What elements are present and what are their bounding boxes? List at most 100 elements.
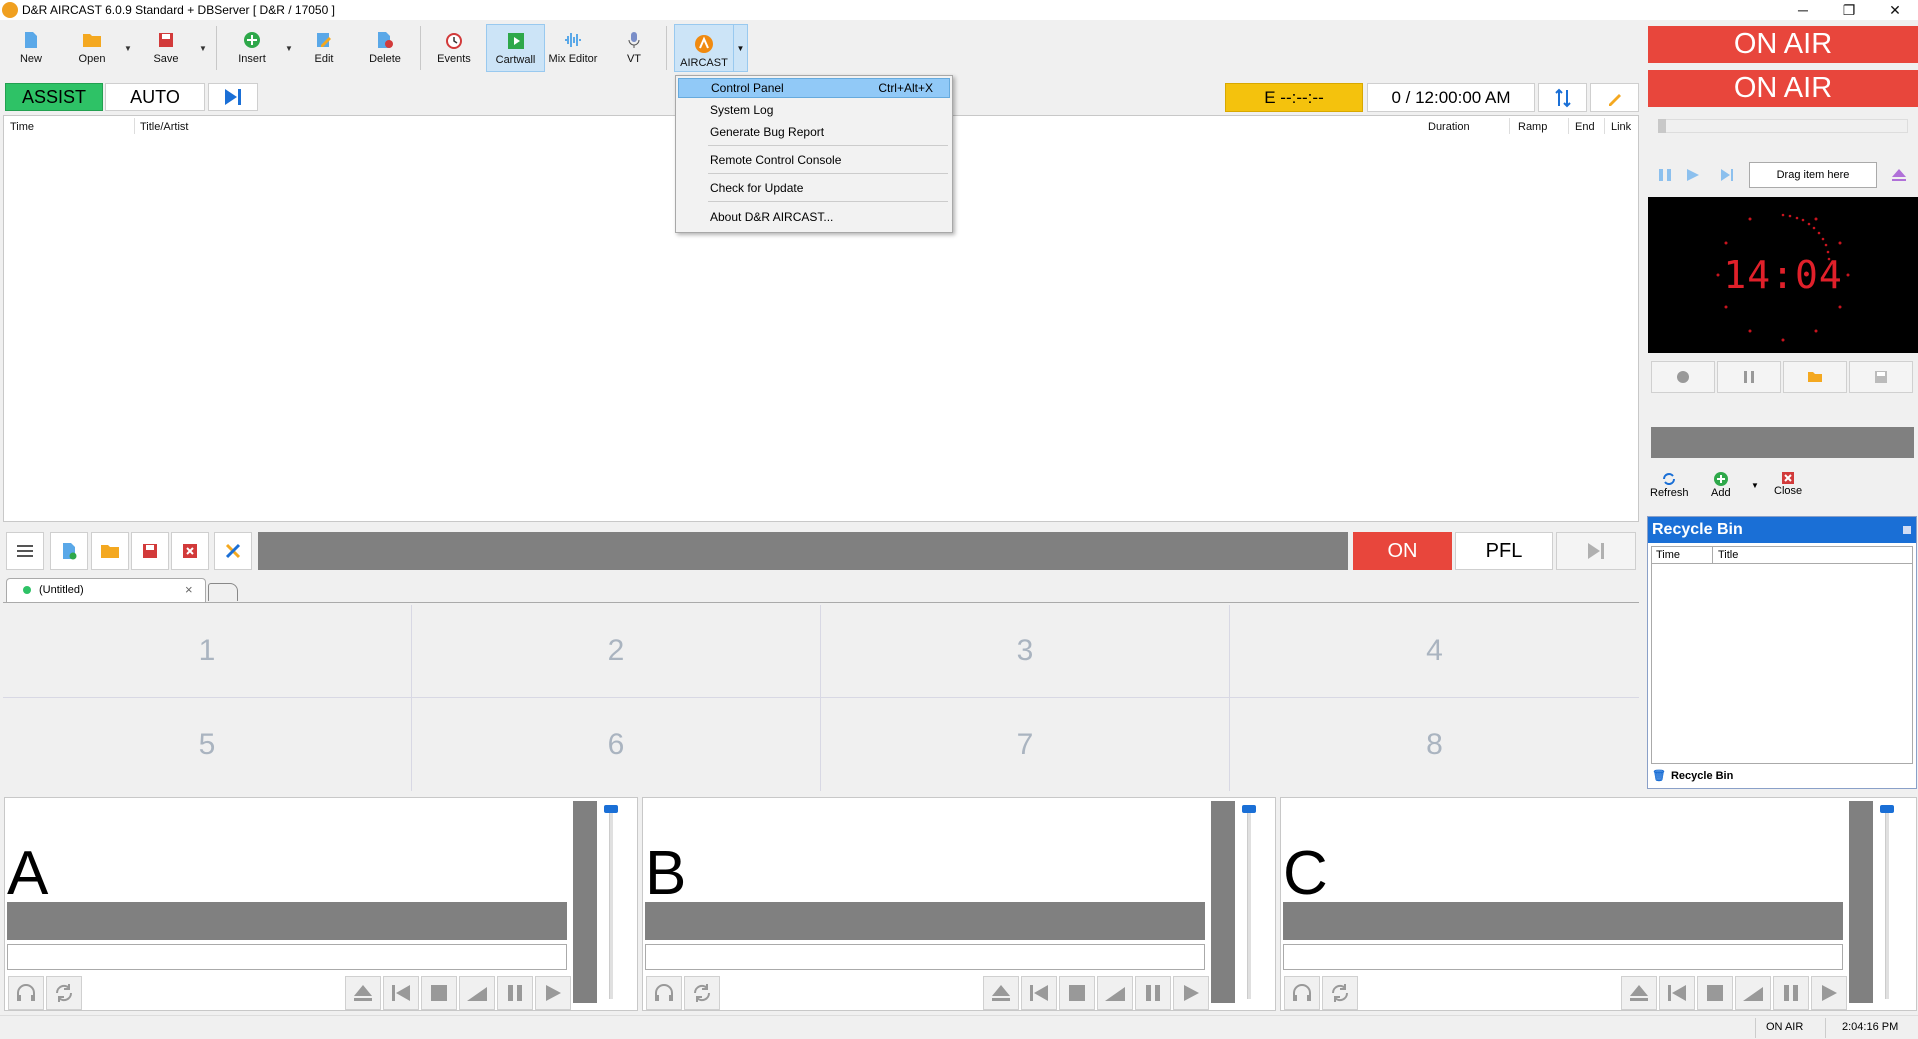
cart-slot[interactable]: 1 [3, 605, 412, 698]
open-button[interactable]: Open [74, 24, 110, 72]
play-button[interactable] [1811, 976, 1847, 1010]
close-window-button[interactable]: ✕ [1872, 0, 1918, 20]
save-dropdown-arrow[interactable]: ▼ [199, 44, 207, 53]
headphone-button[interactable] [8, 976, 44, 1010]
loop-button[interactable] [46, 976, 82, 1010]
fade-button[interactable] [1735, 976, 1771, 1010]
previous-button[interactable] [383, 976, 419, 1010]
menu-item-system-log[interactable]: System Log [678, 100, 950, 120]
volume-fader[interactable] [601, 801, 621, 1003]
menu-item-control-panel[interactable]: Control Panel Ctrl+Alt+X [678, 78, 950, 98]
auto-mode-button[interactable]: AUTO [105, 83, 205, 111]
headphone-button[interactable] [1284, 976, 1320, 1010]
save-cartwall-button[interactable] [131, 532, 169, 570]
pause-button[interactable] [1135, 976, 1171, 1010]
recorder-save-button[interactable] [1849, 361, 1913, 393]
recorder-open-button[interactable] [1783, 361, 1847, 393]
play-button[interactable] [1173, 976, 1209, 1010]
cue-eject-button[interactable] [1888, 164, 1910, 186]
cartwall-on-button[interactable]: ON [1353, 532, 1452, 570]
play-button[interactable] [535, 976, 571, 1010]
eject-button[interactable] [345, 976, 381, 1010]
menu-item-remote-console[interactable]: Remote Control Console [678, 150, 950, 170]
recycle-bin-footer[interactable]: 🗑 Recycle Bin [1652, 769, 1733, 782]
close-button[interactable]: Close [1774, 471, 1802, 497]
cart-slot[interactable]: 6 [412, 698, 821, 791]
events-button[interactable]: Events [434, 24, 474, 72]
edit-button[interactable]: Edit [309, 24, 339, 72]
tab-untitled[interactable]: (Untitled) × [6, 578, 206, 602]
column-title[interactable]: Title [1718, 549, 1738, 561]
edit-pencil-button[interactable] [1590, 83, 1639, 112]
mix-editor-button[interactable]: Mix Editor [548, 24, 598, 72]
stop-button[interactable] [421, 976, 457, 1010]
fader-knob[interactable] [1880, 805, 1894, 813]
volume-fader[interactable] [1239, 801, 1259, 1003]
fade-button[interactable] [459, 976, 495, 1010]
cue-pause-button[interactable] [1654, 164, 1676, 186]
menu-item-check-update[interactable]: Check for Update [678, 178, 950, 198]
eject-button[interactable] [983, 976, 1019, 1010]
column-duration[interactable]: Duration [1428, 121, 1470, 133]
stop-button[interactable] [1697, 976, 1733, 1010]
column-time[interactable]: Time [10, 121, 34, 133]
pfl-button[interactable]: PFL [1455, 532, 1553, 570]
record-button[interactable] [1651, 361, 1715, 393]
tools-button[interactable] [214, 532, 252, 570]
fader-knob[interactable] [1242, 805, 1256, 813]
previous-button[interactable] [1021, 976, 1057, 1010]
column-end[interactable]: End [1575, 121, 1595, 133]
tab-close-icon[interactable]: × [185, 582, 193, 597]
close-cartwall-button[interactable] [171, 532, 209, 570]
column-ramp[interactable]: Ramp [1518, 121, 1547, 133]
cart-slot[interactable]: 5 [3, 698, 412, 791]
play-next-button[interactable] [208, 83, 258, 111]
save-button[interactable]: Save [148, 24, 184, 72]
delete-button[interactable]: Delete [366, 24, 404, 72]
eject-button[interactable] [1621, 976, 1657, 1010]
column-link[interactable]: Link [1611, 121, 1631, 133]
cartwall-button[interactable]: Cartwall [486, 24, 545, 72]
drag-drop-target[interactable]: Drag item here [1749, 162, 1877, 188]
insert-dropdown-arrow[interactable]: ▼ [285, 44, 293, 53]
recorder-pause-button[interactable] [1717, 361, 1781, 393]
cart-slot[interactable]: 2 [412, 605, 821, 698]
cartwall-skip-button[interactable] [1556, 532, 1636, 570]
loop-button[interactable] [684, 976, 720, 1010]
open-dropdown-arrow[interactable]: ▼ [124, 44, 132, 53]
assist-mode-button[interactable]: ASSIST [5, 83, 103, 111]
menu-item-about[interactable]: About D&R AIRCAST... [678, 207, 950, 227]
new-button[interactable]: New [12, 24, 50, 72]
cart-slot[interactable]: 3 [821, 605, 1230, 698]
maximize-button[interactable]: ❐ [1826, 0, 1872, 20]
new-cartwall-button[interactable] [50, 532, 88, 570]
headphone-button[interactable] [646, 976, 682, 1010]
cue-skip-button[interactable] [1716, 164, 1738, 186]
cart-slot[interactable]: 7 [821, 698, 1230, 791]
minimize-button[interactable]: ─ [1780, 0, 1826, 20]
loop-button[interactable] [1322, 976, 1358, 1010]
panel-pin-icon[interactable] [1903, 526, 1911, 534]
pause-button[interactable] [1773, 976, 1809, 1010]
pause-button[interactable] [497, 976, 533, 1010]
cue-position-slider[interactable] [1658, 119, 1908, 133]
sort-button[interactable] [1538, 83, 1587, 112]
cue-play-button[interactable] [1682, 164, 1704, 186]
add-button[interactable]: Add [1711, 471, 1731, 499]
recycle-bin-list[interactable] [1651, 564, 1913, 764]
new-tab-button[interactable] [208, 583, 238, 601]
refresh-button[interactable]: Refresh [1650, 471, 1689, 499]
column-time[interactable]: Time [1656, 549, 1680, 561]
previous-button[interactable] [1659, 976, 1695, 1010]
aircast-dropdown-arrow[interactable]: ▼ [733, 25, 747, 71]
cartwall-menu-button[interactable] [6, 532, 44, 570]
add-dropdown-arrow[interactable]: ▼ [1751, 481, 1759, 490]
open-cartwall-button[interactable] [91, 532, 129, 570]
aircast-button[interactable]: AIRCAST ▼ [674, 24, 748, 72]
cart-slot[interactable]: 4 [1230, 605, 1639, 698]
cue-slider-thumb[interactable] [1658, 119, 1666, 133]
column-title-artist[interactable]: Title/Artist [140, 121, 189, 133]
volume-fader[interactable] [1877, 801, 1897, 1003]
menu-item-bug-report[interactable]: Generate Bug Report [678, 122, 950, 142]
cart-slot[interactable]: 8 [1230, 698, 1639, 791]
